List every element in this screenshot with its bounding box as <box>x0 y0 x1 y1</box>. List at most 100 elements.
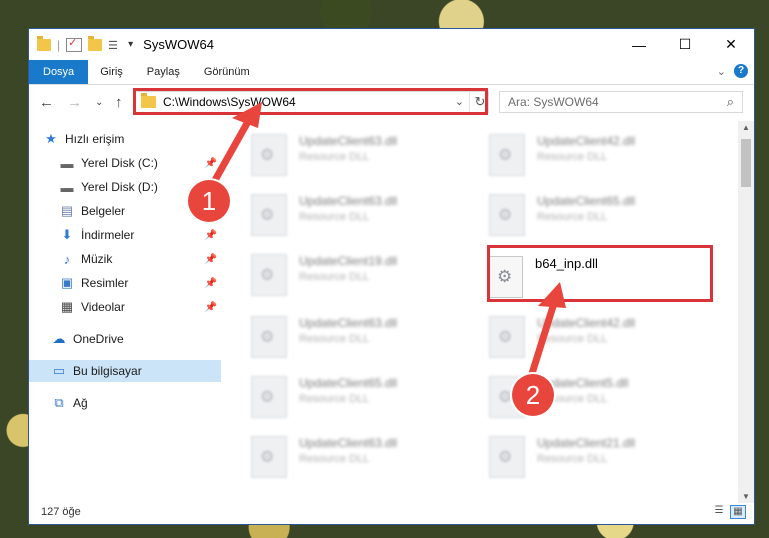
minimize-button[interactable]: — <box>616 29 662 60</box>
pin-icon[interactable]: 📌 <box>205 278 217 289</box>
sidebar-item-indirmeler[interactable]: ⬇ İndirmeler 📌 <box>59 224 221 246</box>
search-box[interactable]: Ara: SysWOW64 ⌕ <box>499 91 743 113</box>
pin-icon[interactable]: 📌 <box>205 230 217 241</box>
dll-file-icon <box>251 436 287 478</box>
file-item[interactable]: UpdateClient65.dll Resource DLL <box>251 374 481 426</box>
folder-icon <box>141 93 156 108</box>
file-description: Resource DLL <box>537 333 608 345</box>
address-dropdown-icon[interactable]: ⌄ <box>455 95 464 108</box>
sidebar-item-videolar[interactable]: ▦ Videolar 📌 <box>59 296 221 318</box>
scroll-up-icon[interactable]: ▲ <box>742 123 750 132</box>
properties-icon[interactable] <box>66 36 83 52</box>
star-icon: ★ <box>45 131 57 146</box>
file-name: UpdateClient65.dll <box>299 376 398 390</box>
file-item[interactable]: UpdateClient63.dll Resource DLL <box>251 132 481 184</box>
file-item[interactable]: UpdateClient65.dll Resource DLL <box>489 192 719 244</box>
file-name: UpdateClient63.dll <box>299 134 398 148</box>
music-icon: ♪ <box>63 251 71 267</box>
help-icon[interactable]: ? <box>734 64 748 78</box>
tiles-view-icon[interactable]: ▦ <box>730 505 746 519</box>
tab-giris[interactable]: Giriş <box>88 60 135 84</box>
sidebar-item-resimler[interactable]: ▣ Resimler 📌 <box>59 272 221 294</box>
computer-icon: ▭ <box>52 363 66 378</box>
tab-gorunum[interactable]: Görünüm <box>192 60 262 84</box>
pictures-icon: ▣ <box>60 275 74 290</box>
sidebar-item-label: Bu bilgisayar <box>73 364 142 378</box>
file-description: Resource DLL <box>537 453 608 465</box>
address-path[interactable]: C:\Windows\SysWOW64 <box>163 95 296 109</box>
dll-file-icon <box>251 134 287 176</box>
file-name: UpdateClient65.dll <box>537 194 636 208</box>
file-item[interactable]: UpdateClient42.dll Resource DLL <box>489 132 719 184</box>
forward-button[interactable]: → <box>67 94 82 111</box>
file-item[interactable]: UpdateClient21.dll Resource DLL <box>489 434 719 486</box>
tab-paylas[interactable]: Paylaş <box>135 60 192 84</box>
file-item[interactable]: UpdateClient42.dll Resource DLL <box>489 314 719 366</box>
sidebar-item-label: Videolar <box>81 300 125 314</box>
dll-file-icon <box>489 316 525 358</box>
scrollbar-thumb[interactable] <box>741 139 751 187</box>
dll-file-icon <box>489 134 525 176</box>
status-bar: 127 öğe ☰ ▦ <box>29 500 754 524</box>
cloud-icon: ☁ <box>52 331 66 346</box>
recent-locations-button[interactable]: ⌄ <box>95 97 103 108</box>
sidebar-item-onedrive[interactable]: ☁ OneDrive <box>51 328 221 350</box>
pin-icon[interactable]: 📌 <box>205 254 217 265</box>
window-title: SysWOW64 <box>143 37 214 52</box>
dll-file-icon <box>251 254 287 296</box>
step-2-badge: 2 <box>512 374 554 416</box>
file-item[interactable]: UpdateClient19.dll Resource DLL <box>251 252 481 304</box>
file-name: UpdateClient19.dll <box>299 254 398 268</box>
quick-access-toolbar: | ☰ ▾ <box>37 35 133 52</box>
details-view-icon[interactable]: ☰ <box>712 505 726 517</box>
file-description: Resource DLL <box>299 151 370 163</box>
downloads-icon: ⬇ <box>61 227 73 242</box>
step-1-badge: 1 <box>188 180 230 222</box>
file-explorer-window: | ☰ ▾ SysWOW64 — ☐ ✕ Dosya Giriş Paylaş … <box>28 28 755 525</box>
maximize-button[interactable]: ☐ <box>662 29 708 60</box>
vertical-scrollbar[interactable]: ▲ ▼ <box>738 121 754 503</box>
file-item[interactable]: UpdateClient63.dll Resource DLL <box>251 192 481 244</box>
search-placeholder[interactable]: Ara: SysWOW64 <box>508 95 599 109</box>
file-description: Resource DLL <box>299 333 370 345</box>
sidebar-item-yerel-disk-c[interactable]: ▬ Yerel Disk (C:) 📌 <box>59 152 221 174</box>
file-description: Resource DLL <box>537 211 608 223</box>
toolbar-dropdown-icon[interactable]: ▾ <box>128 39 133 50</box>
sidebar-item-bu-bilgisayar[interactable]: ▭ Bu bilgisayar <box>29 360 221 382</box>
pin-icon[interactable]: 📌 <box>205 302 217 313</box>
sidebar-item-label: OneDrive <box>73 332 124 346</box>
up-button[interactable]: ↑ <box>115 94 123 111</box>
dll-file-icon <box>251 316 287 358</box>
ribbon-expand-icon[interactable]: ⌄ <box>717 65 726 78</box>
file-description: Resource DLL <box>299 393 370 405</box>
sidebar-item-label: Belgeler <box>81 204 126 218</box>
new-folder-icon[interactable] <box>88 35 103 51</box>
pin-icon[interactable]: 📌 <box>205 158 217 169</box>
documents-icon: ▤ <box>60 203 74 218</box>
tab-dosya[interactable]: Dosya <box>29 60 89 84</box>
file-item[interactable]: UpdateClient63.dll Resource DLL <box>251 314 481 366</box>
refresh-button[interactable]: ↻ <box>469 91 490 113</box>
close-button[interactable]: ✕ <box>708 29 754 60</box>
ribbon-tabs: Dosya Giriş Paylaş Görünüm ⌄ ? <box>29 60 754 85</box>
sidebar-item-ag[interactable]: ⧉ Ağ <box>51 392 221 414</box>
sidebar-item-hizli-erisim[interactable]: ★ Hızlı erişim <box>43 128 221 150</box>
videos-icon: ▦ <box>60 299 74 314</box>
back-button[interactable]: ← <box>39 94 54 111</box>
sidebar-item-label: İndirmeler <box>81 228 135 242</box>
file-name: UpdateClient63.dll <box>299 316 398 330</box>
file-name: UpdateClient42.dll <box>537 316 636 330</box>
folder-icon <box>37 35 51 51</box>
file-item[interactable]: UpdateClient63.dll Resource DLL <box>251 434 481 486</box>
file-highlight-box <box>487 245 713 302</box>
sidebar-item-label: Müzik <box>81 252 113 266</box>
customize-toolbar-icon[interactable]: ☰ <box>108 39 122 52</box>
sidebar-item-label: Yerel Disk (D:) <box>81 180 158 194</box>
item-count: 127 öğe <box>41 506 81 518</box>
search-icon[interactable]: ⌕ <box>727 94 734 110</box>
file-name: UpdateClient21.dll <box>537 436 636 450</box>
ribbon-controls: ⌄ ? <box>717 64 748 78</box>
sidebar-item-label: Resimler <box>81 276 129 290</box>
address-bar[interactable]: C:\Windows\SysWOW64 ⌄ <box>134 91 489 113</box>
sidebar-item-muzik[interactable]: ♪ Müzik 📌 <box>59 248 221 270</box>
